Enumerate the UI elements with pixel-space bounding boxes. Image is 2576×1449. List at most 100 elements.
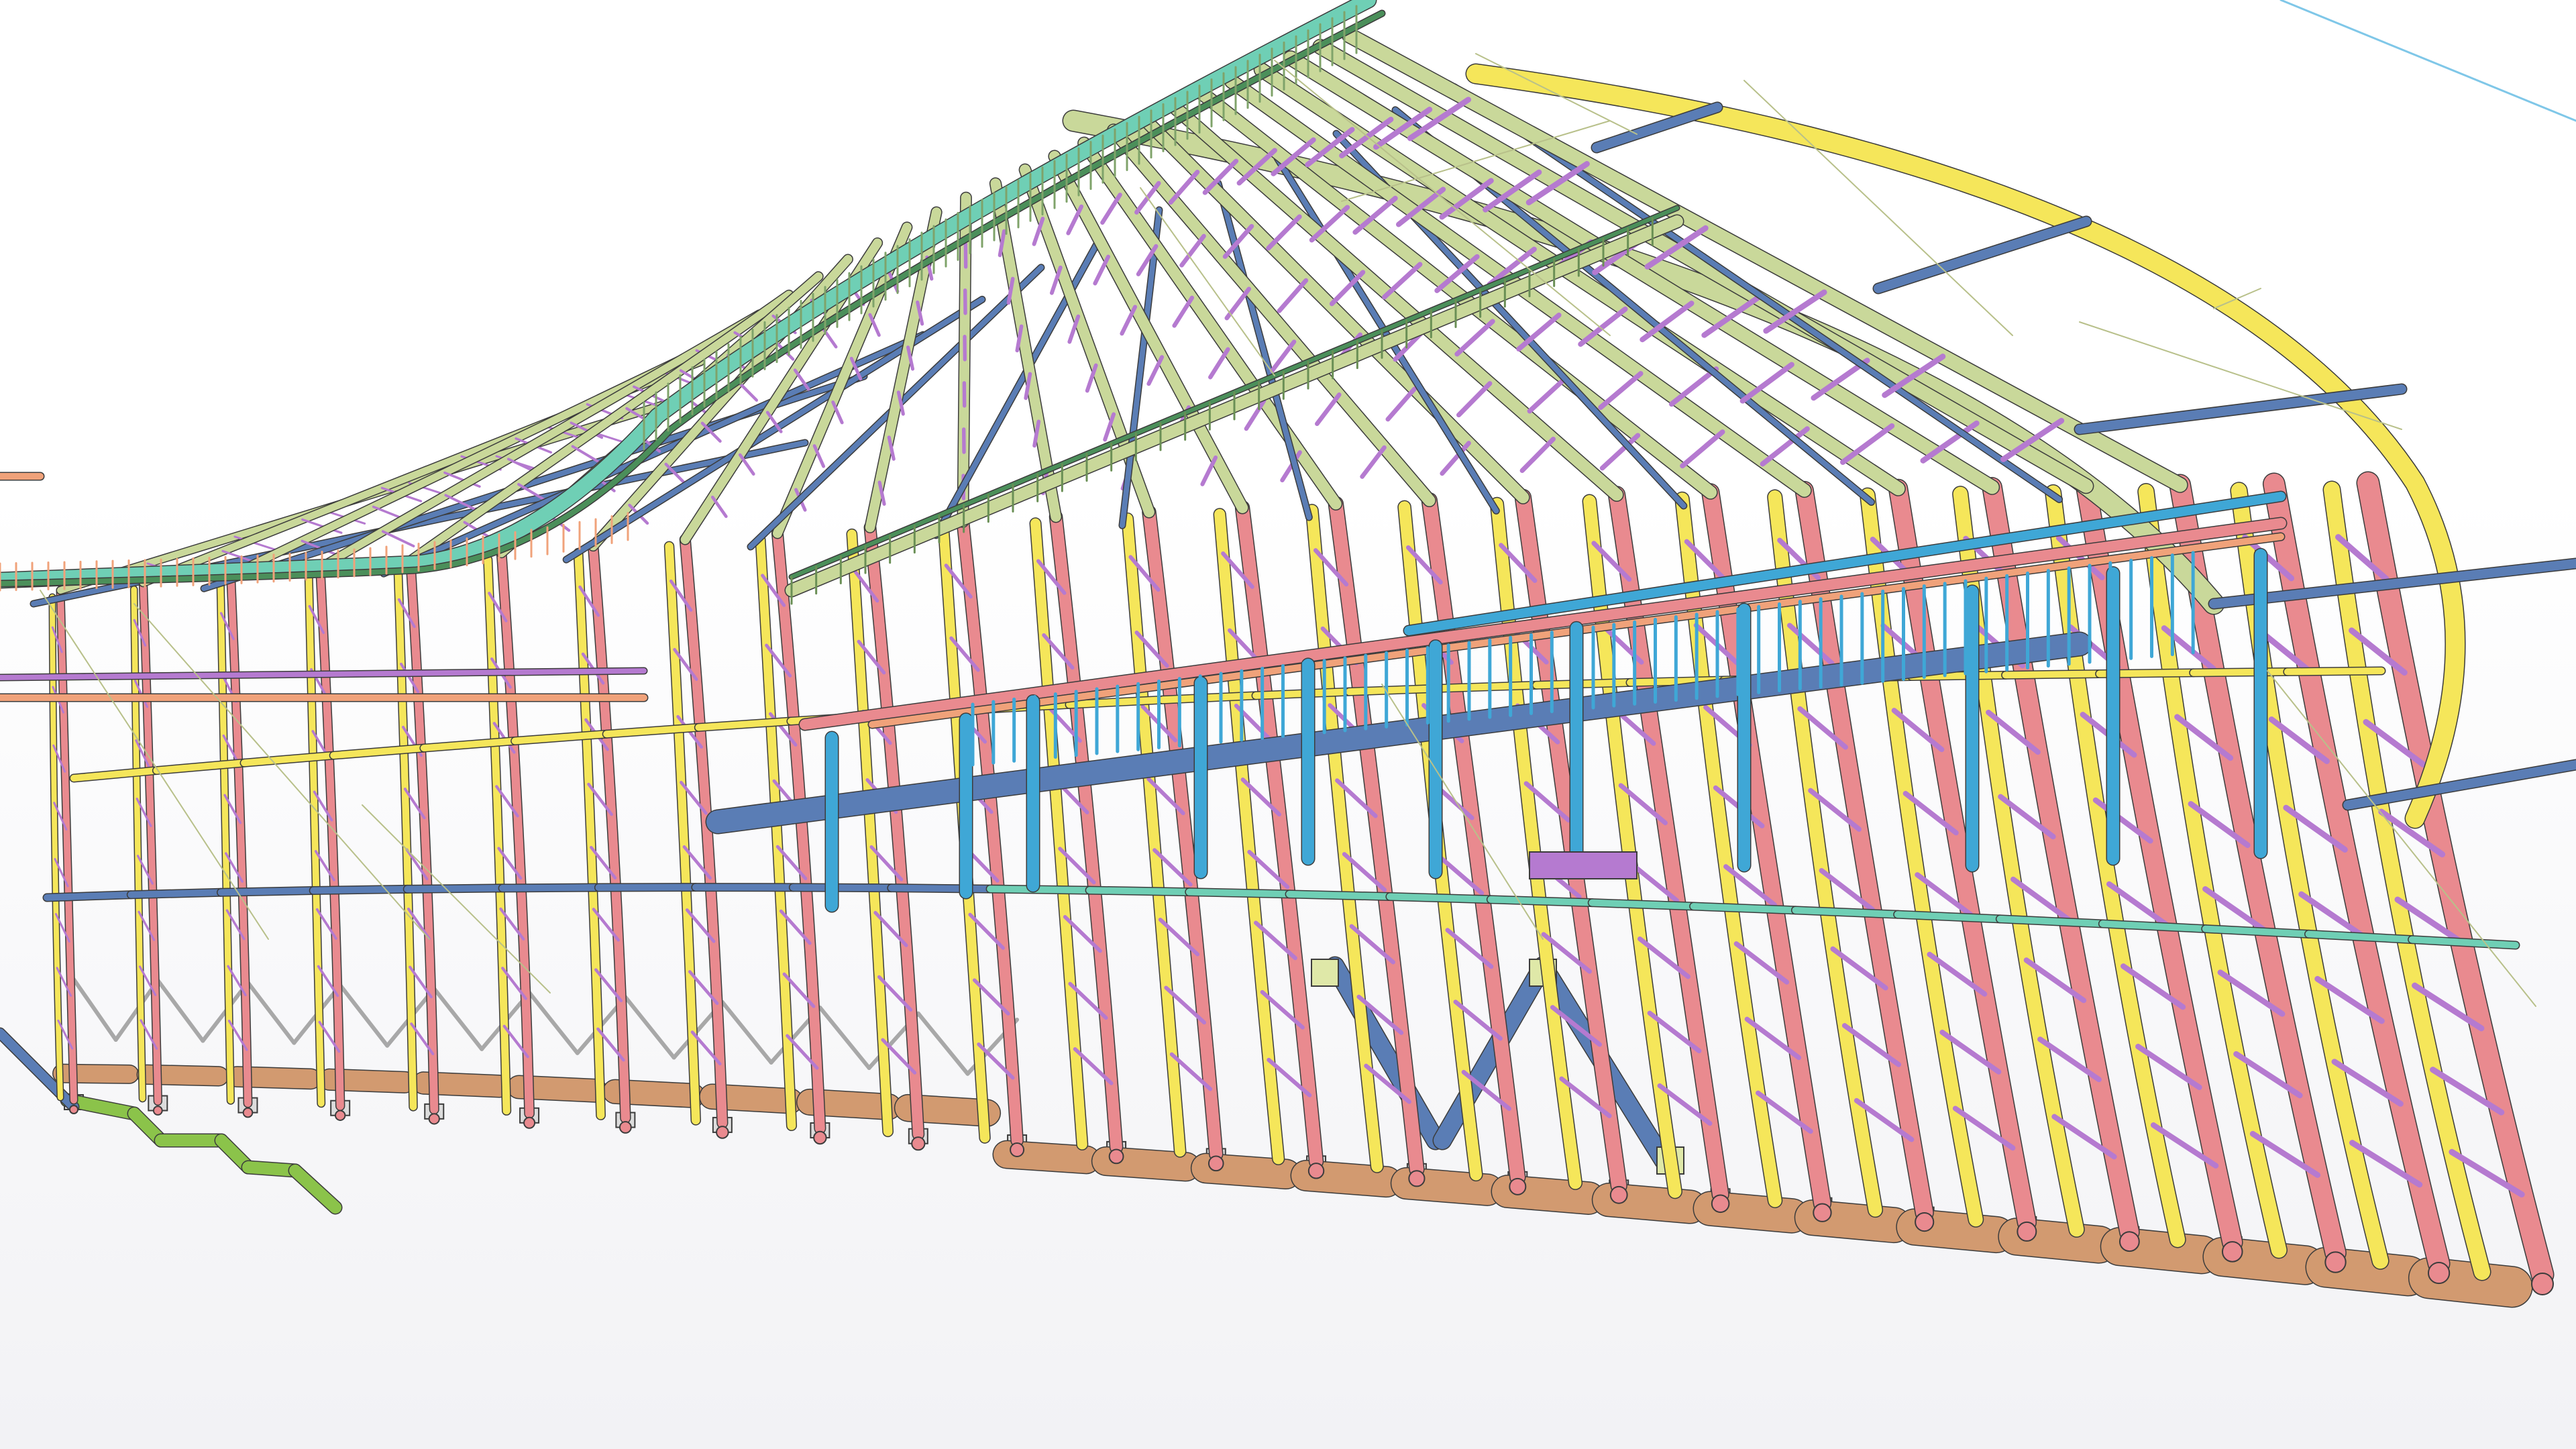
roof-rafter-21 [1283,51,1999,494]
ring-beam-low-1 [127,889,225,898]
ring-beam-mid-1 [153,759,248,774]
x-brace-a-3 [338,983,390,1048]
ring-beam-low-13 [1286,890,1393,900]
base-node-13 [1307,1163,1325,1179]
ring-beam-mid-24 [2284,667,2385,676]
ring-beam-mid-2 [241,752,337,767]
base-node-17 [1711,1194,1730,1214]
x-brace-a-9 [916,1011,970,1076]
base-node-10 [1010,1142,1025,1158]
x-brace-a-0 [72,977,118,1042]
base-node-9 [911,1136,926,1151]
base-node-15 [1509,1177,1527,1195]
brace-plate-1 [1311,959,1339,987]
base-node-11 [1108,1148,1124,1165]
ring-beam-low-18 [1792,906,1901,918]
base-node-7 [716,1126,729,1139]
base-node-8 [813,1130,827,1145]
stair-segment-5 [289,1165,341,1214]
roof-web-13-1 [1200,455,1218,486]
roof-web-19-2 [1598,371,1644,411]
roof-web-16-6 [1168,170,1200,205]
ring-beam-low-0 [44,891,135,901]
ring-beam-low-9 [888,884,994,893]
base-node-22 [2221,1241,2243,1263]
roof-web-20-2 [1668,366,1719,407]
roof-web-13-5 [1093,254,1111,286]
base-node-24 [2427,1261,2451,1285]
arch-ribs-layer [42,63,2555,1295]
ring-beam-low-12 [1185,888,1293,898]
roof-web-16-4 [1277,278,1309,313]
stair-segment-4 [242,1161,301,1177]
base-node-12 [1208,1155,1224,1172]
ring-beam-mid-3 [330,745,427,759]
roof-web-17-1 [1519,437,1556,474]
base-node-16 [1609,1185,1628,1204]
roof-web-18-4 [1382,262,1423,300]
x-brace-a-8 [818,1005,871,1070]
main-catwalk-edge [0,0,1377,589]
roof-rafter-4 [406,290,793,565]
roof-web-14-6 [1100,193,1122,225]
gantry-platform-purple [1529,851,1638,879]
roof-web-15-2 [1315,392,1342,427]
ring-beam-low-4 [404,884,506,893]
roof-web-13-6 [1066,204,1084,235]
leader-line-4 [1743,80,2013,336]
ring-beam-low-2 [217,887,317,896]
base-node-20 [2017,1221,2037,1242]
arch-rib-outer-11 [1050,511,1122,1153]
ring-beam-mid-5 [511,731,610,745]
roof-web-16-2 [1385,386,1417,422]
structural-steel-3d-model[interactable] [0,0,2576,1449]
base-node-4 [428,1113,440,1125]
roof-web-13-3 [1146,355,1165,386]
ring-beam-low-14 [1386,893,1495,903]
x-brace-a-1 [156,978,205,1043]
base-node-23 [2324,1251,2347,1273]
ring-beam-mid-7 [695,718,794,731]
roof-web-18-3 [1454,319,1495,357]
ring-beam-mid-0 [70,767,160,782]
base-node-5 [523,1116,536,1129]
ring-beam-mid-4 [420,737,519,752]
ring-beam-low-10 [987,885,1093,894]
roof-web-17-2 [1456,381,1493,418]
base-node-21 [2118,1231,2140,1252]
gantry-main-beam [706,633,2091,833]
roof-web-18-2 [1527,376,1568,414]
ring-beam-mid-6 [603,724,702,738]
base-node-1 [152,1106,163,1116]
base-node-0 [69,1105,78,1114]
roof-web-15-1 [1360,445,1387,479]
x-brace-a-5 [527,990,580,1055]
roof-web-21-1 [1840,423,1895,465]
arch-rib-outer-0 [57,587,77,1104]
v-brace-left-1 [1326,957,1444,1149]
base-node-25 [2531,1273,2554,1295]
roof-web-13-4 [1120,305,1138,336]
x-brace-a-4 [432,986,484,1051]
ring-beam-low-16 [1589,899,1697,910]
roof-web-3-1 [381,530,415,547]
roof-web-14-4 [1172,295,1195,328]
base-node-14 [1408,1170,1426,1187]
base-node-6 [619,1121,632,1134]
model-viewport[interactable] [0,0,2576,1449]
roof-web-14-3 [1208,347,1230,380]
roof-web-4-3 [571,445,601,464]
base-node-2 [242,1107,254,1118]
ring-beam-low-19 [1894,911,2004,922]
main-catwalk [0,0,1376,588]
ring-beam-low-17 [1690,902,1799,914]
roof-web-6-4 [737,380,759,402]
roof-web-17-5 [1266,214,1302,251]
ring-beam-low-3 [310,885,411,894]
purlin-end-2 [1874,217,2091,293]
base-node-3 [334,1110,346,1121]
ring-beam-low-15 [1487,896,1596,906]
reference-line [2279,0,2576,122]
base-node-19 [1915,1212,1935,1232]
x-brace-a-2 [246,980,297,1045]
